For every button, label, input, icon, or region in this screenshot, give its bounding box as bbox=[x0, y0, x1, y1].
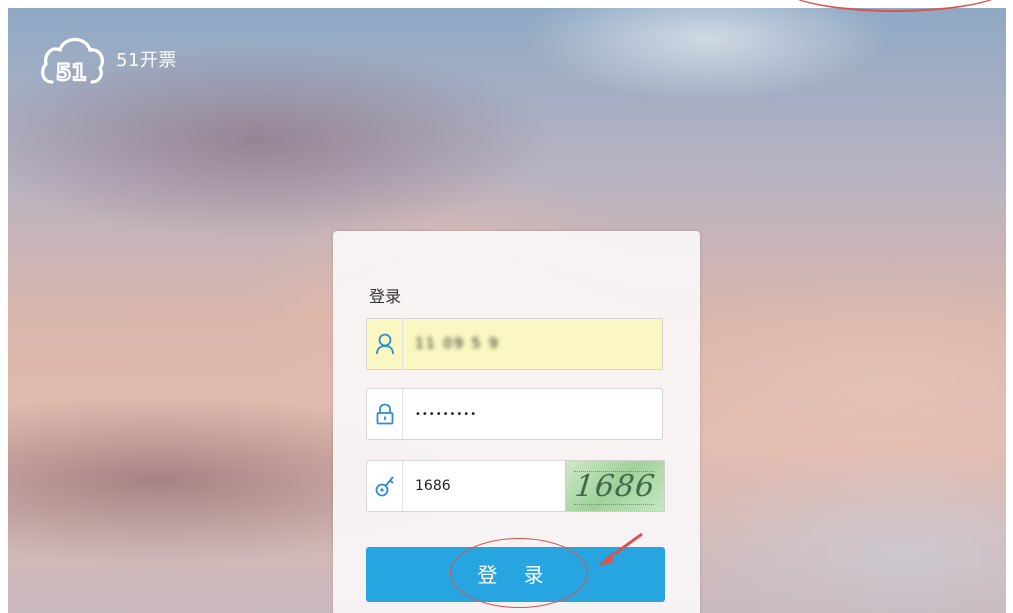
lock-icon bbox=[367, 389, 403, 439]
captcha-image-text: 1686 bbox=[572, 468, 658, 504]
login-title: 登录 bbox=[369, 287, 402, 306]
user-icon bbox=[367, 319, 403, 369]
captcha-field[interactable]: 1686 bbox=[366, 460, 566, 512]
username-value[interactable]: 11 09 5 9 bbox=[403, 336, 662, 352]
username-field[interactable]: 11 09 5 9 bbox=[366, 318, 663, 370]
brand-logo[interactable]: 51 51开票 bbox=[38, 30, 177, 88]
svg-text:51: 51 bbox=[56, 61, 87, 86]
key-icon bbox=[367, 461, 403, 511]
captcha-value[interactable]: 1686 bbox=[403, 478, 565, 494]
captcha-image[interactable]: 1686 bbox=[565, 460, 665, 512]
annotation-circle bbox=[450, 538, 588, 608]
annotation-arrow-icon bbox=[598, 532, 643, 566]
brand-name: 51开票 bbox=[116, 50, 177, 71]
cloud-51-icon: 51 bbox=[38, 30, 108, 88]
password-value[interactable]: ••••••••• bbox=[403, 409, 662, 420]
password-field[interactable]: ••••••••• bbox=[366, 388, 663, 440]
